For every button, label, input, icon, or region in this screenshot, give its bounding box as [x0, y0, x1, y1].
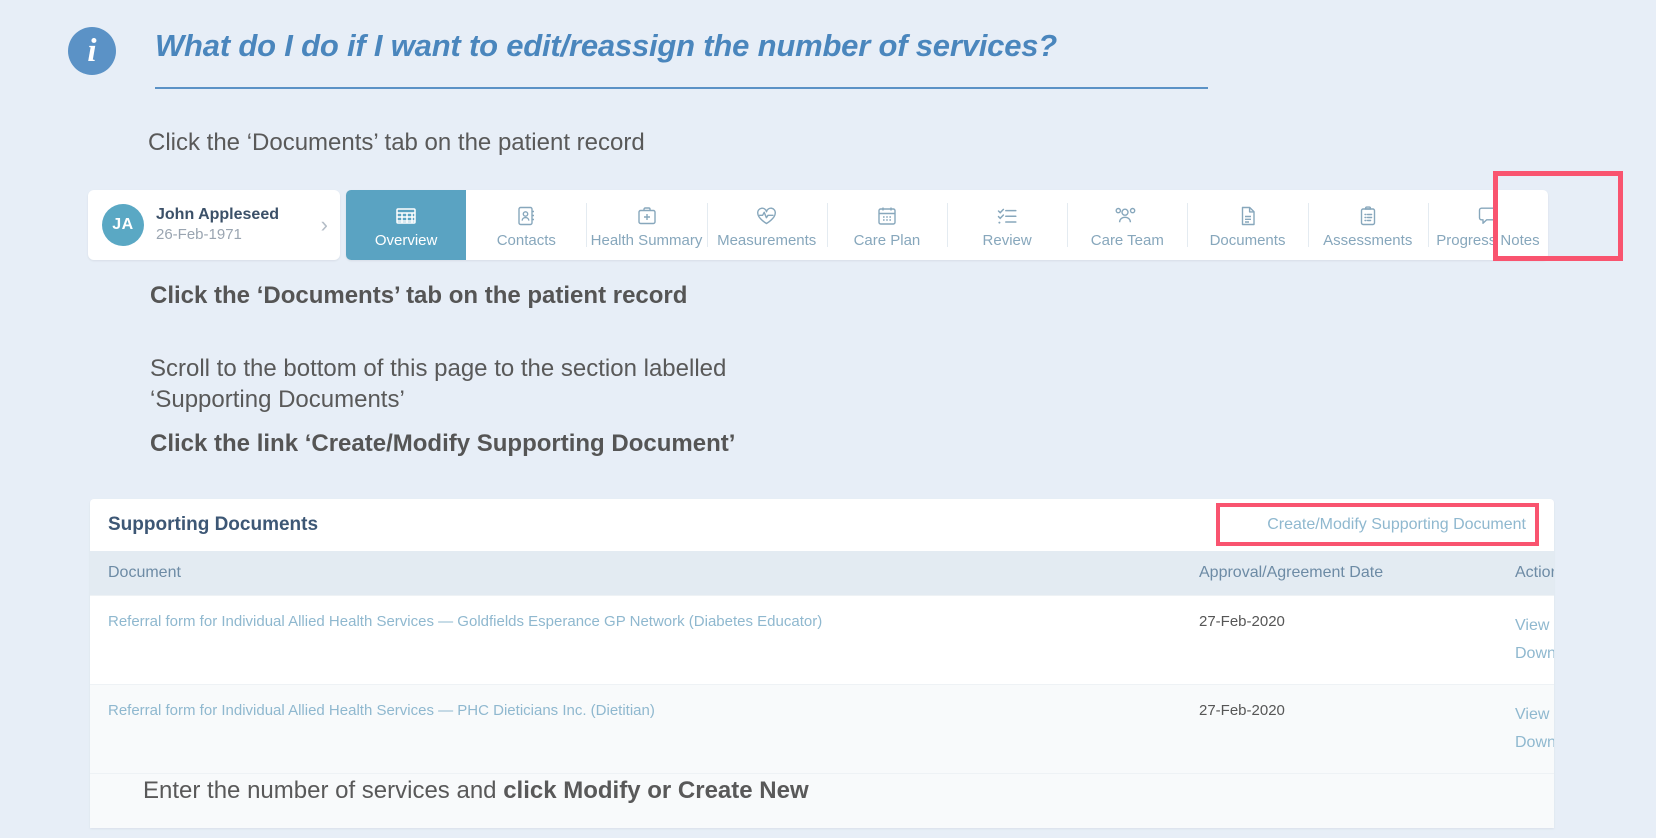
- patient-card[interactable]: JA John Appleseed 26-Feb-1971 ›: [88, 190, 340, 260]
- instruction-step-2: Click the ‘Documents’ tab on the patient…: [150, 282, 688, 309]
- tab-list: Overview Contacts Health Summary Measure…: [346, 190, 1548, 260]
- tab-documents[interactable]: Documents: [1187, 190, 1307, 260]
- tab-label: Care Plan: [853, 232, 921, 249]
- tab-label: Care Team: [1090, 232, 1164, 249]
- download-link[interactable]: Download: [1515, 729, 1554, 757]
- tab-label: Progress Notes: [1436, 232, 1540, 249]
- document-icon: [1236, 204, 1260, 228]
- calendar-icon: [875, 204, 899, 228]
- instruction-step-1: Click the ‘Documents’ tab on the patient…: [148, 129, 645, 156]
- title-divider: [155, 87, 1208, 89]
- chevron-right-icon[interactable]: ›: [317, 214, 328, 236]
- heart-pulse-icon: [754, 204, 779, 228]
- cell-document: Referral form for Individual Allied Heal…: [90, 684, 1181, 774]
- instruction-step-4: Click the link ‘Create/Modify Supporting…: [150, 430, 736, 457]
- info-icon: i: [68, 27, 116, 75]
- create-modify-supporting-document-link[interactable]: Create/Modify Supporting Document: [1257, 510, 1536, 540]
- tab-care-team[interactable]: Care Team: [1067, 190, 1187, 260]
- column-header-document: Document: [90, 551, 1181, 596]
- view-link[interactable]: View: [1515, 701, 1549, 729]
- tab-measurements[interactable]: Measurements: [706, 190, 827, 260]
- patient-info: John Appleseed 26-Feb-1971: [156, 205, 317, 245]
- tab-label: Review: [982, 232, 1032, 249]
- page-header: i What do I do if I want to edit/reassig…: [0, 0, 1656, 100]
- address-book-icon: [514, 204, 538, 228]
- table-row: Referral form for Individual Allied Heal…: [90, 684, 1554, 774]
- panel-header: Supporting Documents Create/Modify Suppo…: [90, 499, 1554, 551]
- cell-actions: View Download: [1497, 684, 1554, 774]
- tab-assessments[interactable]: Assessments: [1307, 190, 1428, 260]
- tab-label: Health Summary: [590, 232, 703, 249]
- document-link[interactable]: Referral form for Individual Allied Heal…: [108, 702, 655, 719]
- view-link[interactable]: View: [1515, 612, 1549, 640]
- speech-bubble-icon: [1475, 204, 1500, 228]
- panel-title: Supporting Documents: [108, 514, 319, 535]
- tab-label: Overview: [374, 232, 438, 249]
- document-link[interactable]: Referral form for Individual Allied Heal…: [108, 613, 822, 630]
- tab-overview[interactable]: Overview: [346, 190, 467, 260]
- cell-date: 27-Feb-2020: [1181, 595, 1497, 685]
- tab-contacts[interactable]: Contacts: [466, 190, 586, 260]
- instruction-step-5-regular: Enter the number of services and: [143, 777, 504, 804]
- patient-tab-strip: JA John Appleseed 26-Feb-1971 › Overview: [88, 190, 1548, 260]
- cell-date: 27-Feb-2020: [1181, 684, 1497, 774]
- instruction-step-3: Scroll to the bottom of this page to the…: [150, 355, 727, 413]
- patient-dob: 26-Feb-1971: [156, 226, 242, 243]
- tab-review[interactable]: Review: [947, 190, 1067, 260]
- instruction-step-5-bold: click Modify or Create New: [503, 777, 809, 804]
- tab-label: Documents: [1209, 232, 1286, 249]
- tab-health-summary[interactable]: Health Summary: [586, 190, 706, 260]
- download-link[interactable]: Download: [1515, 640, 1554, 668]
- cell-document: Referral form for Individual Allied Heal…: [90, 595, 1181, 685]
- grid-icon: [394, 204, 418, 228]
- tab-care-plan[interactable]: Care Plan: [826, 190, 947, 260]
- clipboard-icon: [1356, 204, 1380, 228]
- avatar: JA: [102, 204, 144, 246]
- column-header-date: Approval/Agreement Date: [1181, 551, 1497, 596]
- checklist-icon: [995, 204, 1020, 228]
- tab-label: Assessments: [1323, 232, 1413, 249]
- table-row: Referral form for Individual Allied Heal…: [90, 595, 1554, 685]
- tab-progress-notes[interactable]: Progress Notes: [1427, 190, 1548, 260]
- people-icon: [1114, 204, 1140, 228]
- table-header-row: Document Approval/Agreement Date Actions: [90, 551, 1554, 596]
- tab-label: Measurements: [717, 232, 817, 249]
- cell-actions: View Download: [1497, 595, 1554, 685]
- page-title: What do I do if I want to edit/reassign …: [155, 28, 1058, 63]
- tab-label: Contacts: [496, 232, 556, 249]
- column-header-actions: Actions: [1497, 551, 1554, 596]
- medical-bag-icon: [635, 204, 659, 228]
- instruction-step-5: Enter the number of services and click M…: [143, 775, 809, 806]
- patient-name: John Appleseed: [156, 206, 279, 223]
